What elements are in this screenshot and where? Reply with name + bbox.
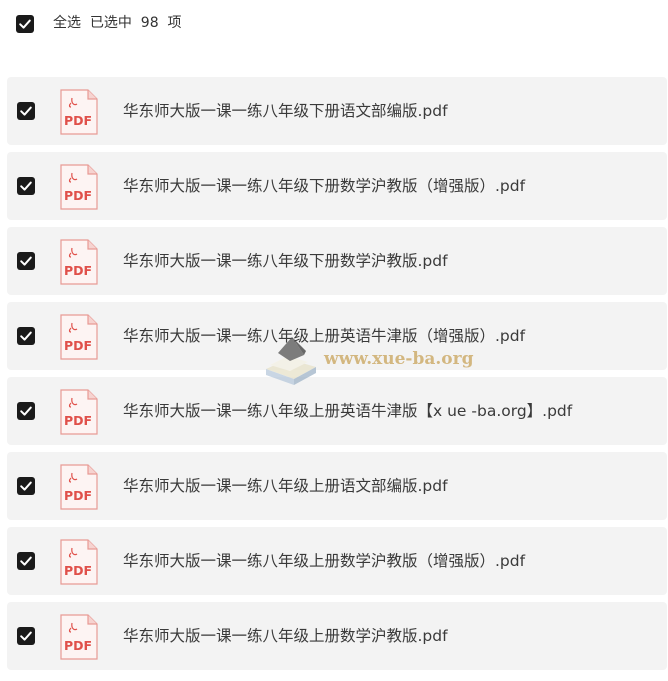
file-row[interactable]: PDF 华东师大版一课一练八年级下册数学沪教版.pdf — [7, 227, 667, 295]
pdf-label: PDF — [64, 413, 92, 428]
checkmark-icon — [20, 181, 32, 191]
row-checkbox[interactable] — [17, 402, 35, 420]
file-name: 华东师大版一课一练八年级上册英语牛津版【x ue -ba.org】.pdf — [123, 402, 573, 420]
row-checkbox[interactable] — [17, 477, 35, 495]
file-name: 华东师大版一课一练八年级上册数学沪教版.pdf — [123, 627, 448, 645]
selection-summary: 全选 已选中 98 项 — [53, 14, 182, 32]
checkmark-icon — [20, 556, 32, 566]
pdf-label: PDF — [64, 263, 92, 278]
row-checkbox[interactable] — [17, 252, 35, 270]
file-name: 华东师大版一课一练八年级上册数学沪教版（增强版）.pdf — [123, 552, 526, 570]
file-row[interactable]: PDF 华东师大版一课一练八年级上册数学沪教版.pdf — [7, 602, 667, 670]
file-row[interactable]: PDF 华东师大版一课一练八年级上册语文部编版.pdf — [7, 452, 667, 520]
pdf-file-icon: PDF — [58, 614, 98, 660]
checkmark-icon — [20, 481, 32, 491]
selection-header: 全选 已选中 98 项 — [0, 0, 668, 44]
pdf-label: PDF — [64, 338, 92, 353]
pdf-label: PDF — [64, 188, 92, 203]
select-all-checkbox[interactable] — [16, 15, 34, 33]
row-checkbox[interactable] — [17, 627, 35, 645]
row-checkbox[interactable] — [17, 177, 35, 195]
pdf-file-icon: PDF — [58, 464, 98, 510]
pdf-file-icon: PDF — [58, 314, 98, 360]
select-all-label[interactable]: 全选 — [53, 15, 81, 31]
pdf-file-icon: PDF — [58, 539, 98, 585]
pdf-label: PDF — [64, 563, 92, 578]
checkmark-icon — [20, 256, 32, 266]
pdf-file-icon: PDF — [58, 389, 98, 435]
pdf-file-icon: PDF — [58, 239, 98, 285]
checkmark-icon — [20, 106, 32, 116]
file-name: 华东师大版一课一练八年级上册英语牛津版（增强版）.pdf — [123, 327, 526, 345]
file-list-screen: 全选 已选中 98 项 PDF PDF 华东师大版一课一练八年级下册语文部编版.pd… — [0, 0, 668, 681]
pdf-label: PDF — [64, 113, 92, 128]
pdf-label: PDF — [64, 488, 92, 503]
file-row[interactable]: PDF 华东师大版一课一练八年级上册英语牛津版（增强版）.pdf — [7, 302, 667, 370]
pdf-file-icon: PDF — [58, 89, 98, 135]
file-row[interactable]: PDF 华东师大版一课一练八年级下册语文部编版.pdf — [7, 77, 667, 145]
row-checkbox[interactable] — [17, 102, 35, 120]
row-checkbox[interactable] — [17, 327, 35, 345]
file-name: 华东师大版一课一练八年级上册语文部编版.pdf — [123, 477, 448, 495]
file-row[interactable]: PDF 华东师大版一课一练八年级下册数学沪教版（增强版）.pdf — [7, 152, 667, 220]
file-name: 华东师大版一课一练八年级下册语文部编版.pdf — [123, 102, 448, 120]
pdf-label: PDF — [64, 638, 92, 653]
pdf-file-icon: PDF — [58, 164, 98, 210]
selected-count-text: 已选中 98 项 — [89, 15, 182, 31]
file-row[interactable]: PDF 华东师大版一课一练八年级上册英语牛津版【x ue -ba.org】.pdf — [7, 377, 667, 445]
checkmark-icon — [20, 406, 32, 416]
file-name: 华东师大版一课一练八年级下册数学沪教版（增强版）.pdf — [123, 177, 526, 195]
checkmark-icon — [20, 631, 32, 641]
checkmark-icon — [20, 331, 32, 341]
row-checkbox[interactable] — [17, 552, 35, 570]
checkmark-icon — [19, 19, 31, 29]
file-row[interactable]: PDF 华东师大版一课一练八年级上册数学沪教版（增强版）.pdf — [7, 527, 667, 595]
file-name: 华东师大版一课一练八年级下册数学沪教版.pdf — [123, 252, 448, 270]
